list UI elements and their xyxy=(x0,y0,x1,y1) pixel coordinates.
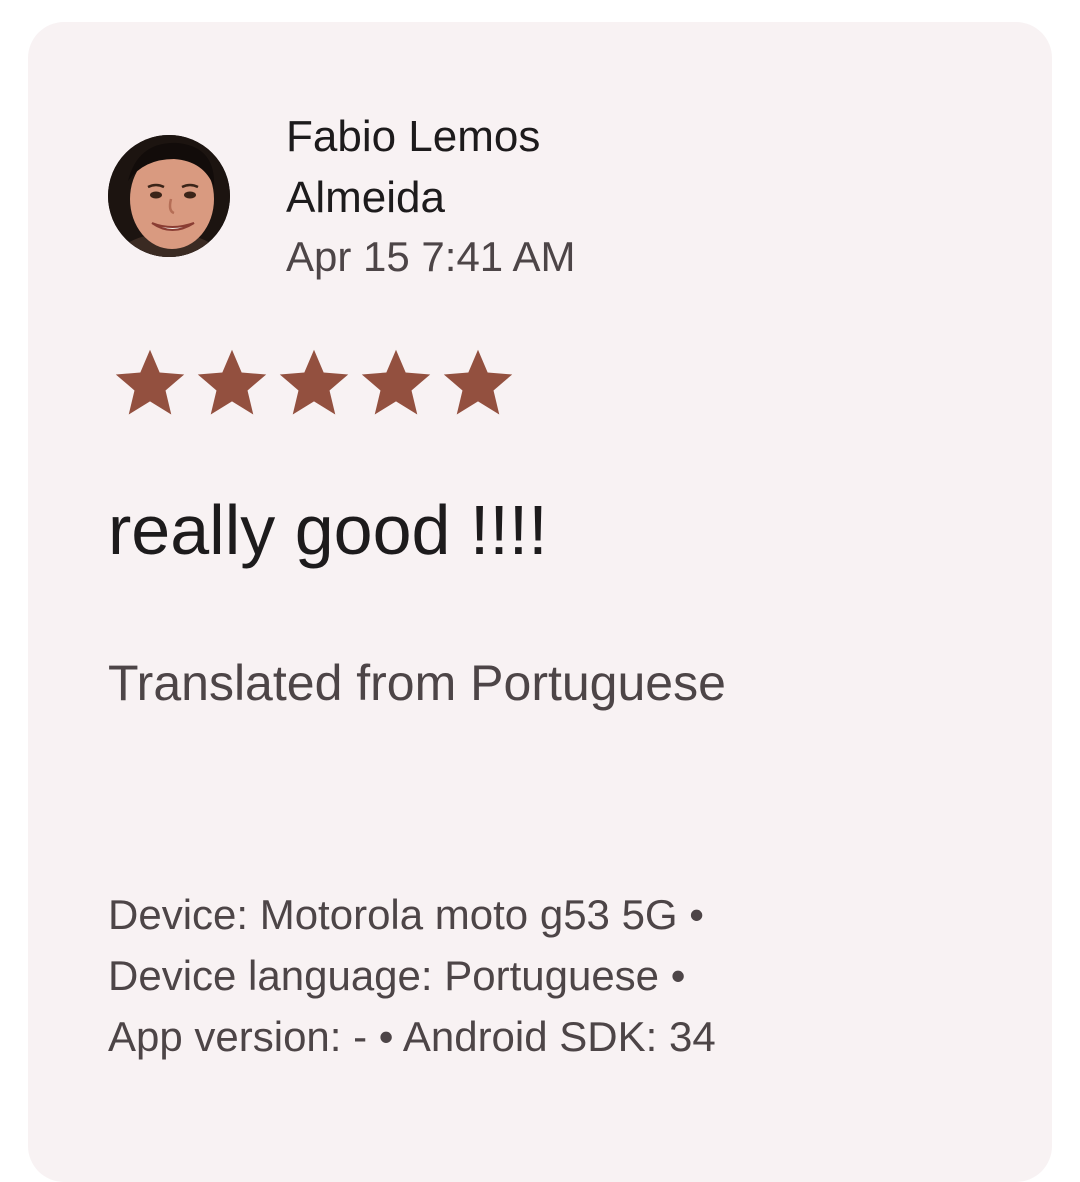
star-rating xyxy=(112,344,516,420)
device-info-line2: Device language: Portuguese • xyxy=(108,952,686,999)
review-date: Apr 15 7:41 AM xyxy=(286,233,576,280)
reviewer-name-line2: Almeida xyxy=(286,173,445,222)
star-icon xyxy=(443,349,513,415)
avatar-photo xyxy=(108,135,230,257)
avatar xyxy=(108,135,230,257)
star-icon xyxy=(361,349,431,415)
translation-note: Translated from Portuguese xyxy=(108,655,726,711)
star-icon xyxy=(279,349,349,415)
review-text: really good !!!! xyxy=(108,491,548,569)
device-info-line3: App version: - • Android SDK: 34 xyxy=(108,1013,716,1060)
review-card: Fabio Lemos Almeida Apr 15 7:41 AM reall… xyxy=(28,22,1052,1182)
device-info-line1: Device: Motorola moto g53 5G • xyxy=(108,891,704,938)
device-info: Device: Motorola moto g53 5G • Device la… xyxy=(108,884,1028,1067)
star-icon xyxy=(115,349,185,415)
reviewer-name-line1: Fabio Lemos xyxy=(286,112,541,161)
star-icon xyxy=(197,349,267,415)
reviewer-name: Fabio Lemos Almeida xyxy=(286,106,706,228)
